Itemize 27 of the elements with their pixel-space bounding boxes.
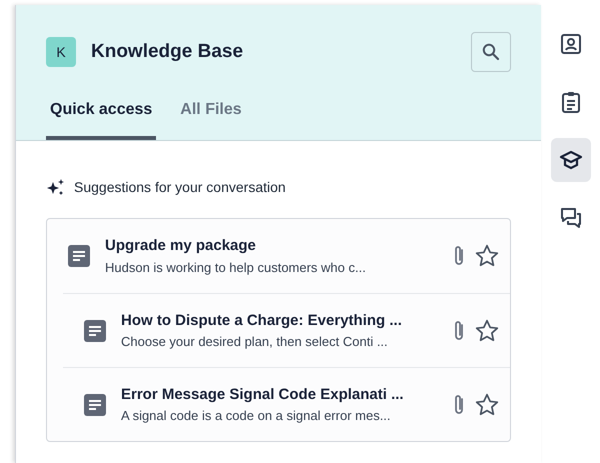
search-button[interactable]	[471, 32, 511, 72]
logo-badge: K	[46, 37, 76, 67]
sparkle-icon	[46, 178, 66, 198]
panel-title: Knowledge Base	[91, 40, 244, 64]
document-icon	[83, 318, 107, 342]
article-title[interactable]: Error Message Signal Code Explanati ...	[121, 384, 446, 406]
contact-card-icon	[558, 32, 582, 56]
document-icon	[83, 392, 107, 416]
article-snippet: Hudson is working to help customers who c...	[105, 258, 367, 277]
chat-bubbles-icon	[558, 206, 582, 230]
sidebar-button[interactable]	[550, 138, 590, 182]
star-icon[interactable]	[474, 392, 500, 418]
tab[interactable]: Quick access	[46, 98, 156, 140]
tab[interactable]: All Files	[176, 98, 246, 140]
paperclip-icon[interactable]	[452, 318, 466, 342]
graduation-cap-icon	[558, 148, 582, 172]
article-title[interactable]: How to Dispute a Charge: Everything ...	[121, 310, 446, 332]
star-icon[interactable]	[474, 243, 500, 269]
document-icon	[67, 244, 91, 268]
article-snippet: A signal code is a code on a signal error mes...	[121, 407, 392, 425]
search-icon	[482, 43, 500, 61]
star-icon[interactable]	[474, 318, 500, 344]
suggestions-heading: Suggestions for your conversation	[74, 178, 286, 197]
paperclip-icon[interactable]	[452, 392, 466, 416]
paperclip-icon[interactable]	[452, 244, 466, 268]
article-title[interactable]: Upgrade my package	[105, 235, 446, 258]
article-snippet: Choose your desired plan, then select Conti ...	[121, 333, 389, 351]
